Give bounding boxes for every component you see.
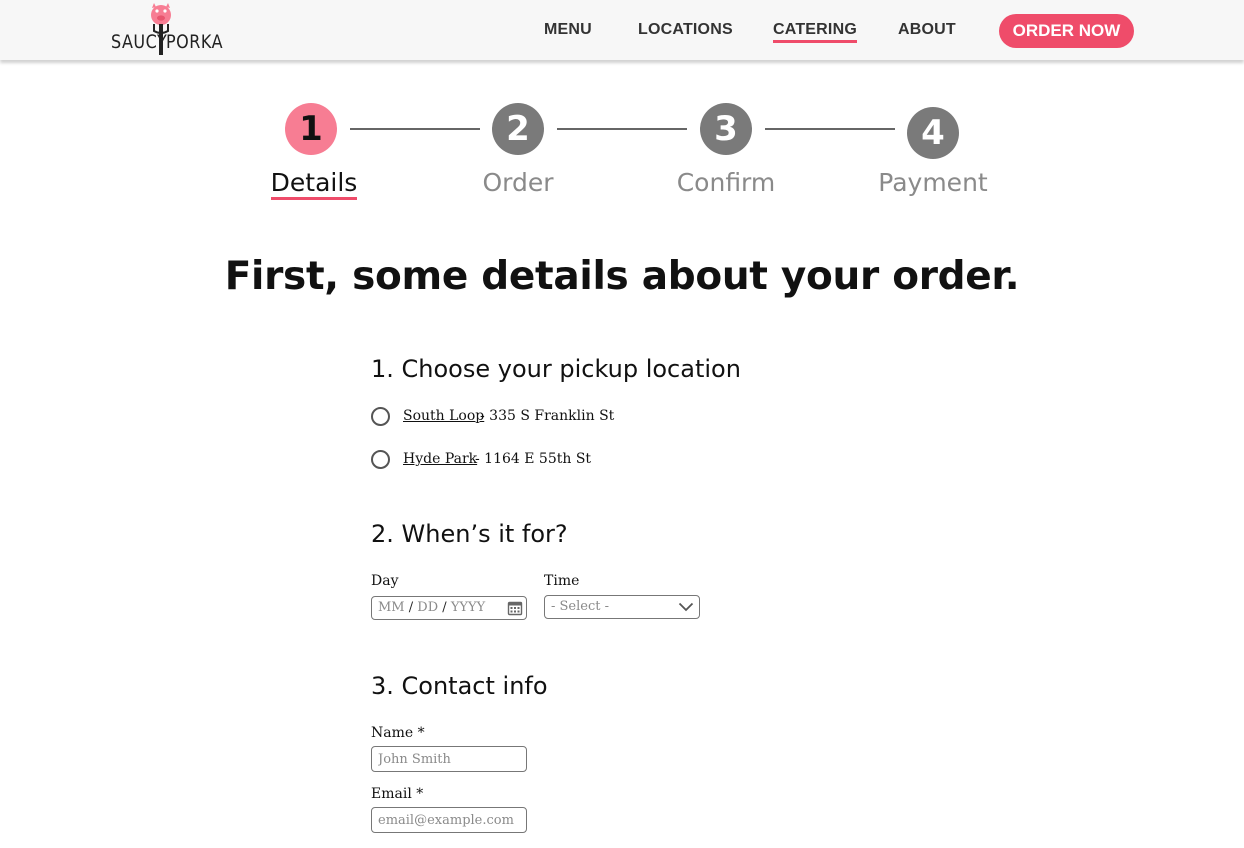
time-label: Time [544, 573, 580, 589]
nav-menu[interactable]: MENU [544, 21, 592, 39]
logo-text-right: PORKA [166, 30, 224, 53]
step-4-circle: 4 [907, 107, 959, 159]
step-3-circle: 3 [700, 103, 752, 155]
day-label: Day [371, 573, 399, 589]
hyde-park-link[interactable]: Hyde Park [403, 451, 477, 467]
contact-section-title: 3. Contact info [371, 672, 548, 700]
name-input[interactable] [372, 747, 526, 771]
name-field[interactable] [371, 746, 527, 772]
page-title: First, some details about your order. [224, 254, 1020, 299]
nav-about[interactable]: ABOUT [898, 21, 956, 39]
order-now-button[interactable]: ORDER NOW [999, 14, 1134, 48]
south-loop-address: - 335 S Franklin St [480, 408, 615, 424]
name-label: Name * [371, 725, 425, 741]
email-label: Email * [371, 786, 424, 802]
when-section-title: 2. When’s it for? [371, 520, 568, 548]
step-2-label: Order [482, 168, 554, 197]
step-4-label: Payment [878, 168, 988, 197]
day-date-input[interactable]: MM / DD / YYYY [371, 596, 527, 620]
date-placeholder: MM / DD / YYYY [378, 600, 486, 615]
south-loop-link[interactable]: South Loop [403, 408, 484, 424]
location-section-title: 1. Choose your pickup location [371, 355, 741, 383]
step-connector [557, 128, 687, 130]
email-field[interactable] [371, 807, 527, 833]
step-1-circle: 1 [285, 103, 337, 155]
email-input[interactable] [372, 808, 526, 832]
step-3-label: Confirm [676, 168, 776, 197]
step-connector [765, 128, 895, 130]
time-select-value: - Select - [551, 599, 610, 614]
chevron-down-icon [678, 602, 694, 612]
hyde-park-address: - 1164 E 55th St [475, 451, 592, 467]
hyde-park-radio[interactable] [371, 450, 390, 469]
site-header: SAUCY PORKA MENU LOCATIONS CATERING ABOU… [0, 0, 1244, 60]
step-1-label: Details [234, 168, 394, 200]
saucy-porka-logo[interactable]: SAUCY PORKA [108, 2, 223, 58]
nav-catering[interactable]: CATERING [773, 21, 857, 43]
step-2-circle: 2 [492, 103, 544, 155]
south-loop-radio[interactable] [371, 407, 390, 426]
nav-locations[interactable]: LOCATIONS [638, 21, 733, 39]
logo-text-left: SAUCY [111, 30, 168, 53]
time-select[interactable]: - Select - [544, 595, 700, 619]
calendar-icon[interactable] [507, 600, 523, 616]
step-connector [350, 128, 480, 130]
